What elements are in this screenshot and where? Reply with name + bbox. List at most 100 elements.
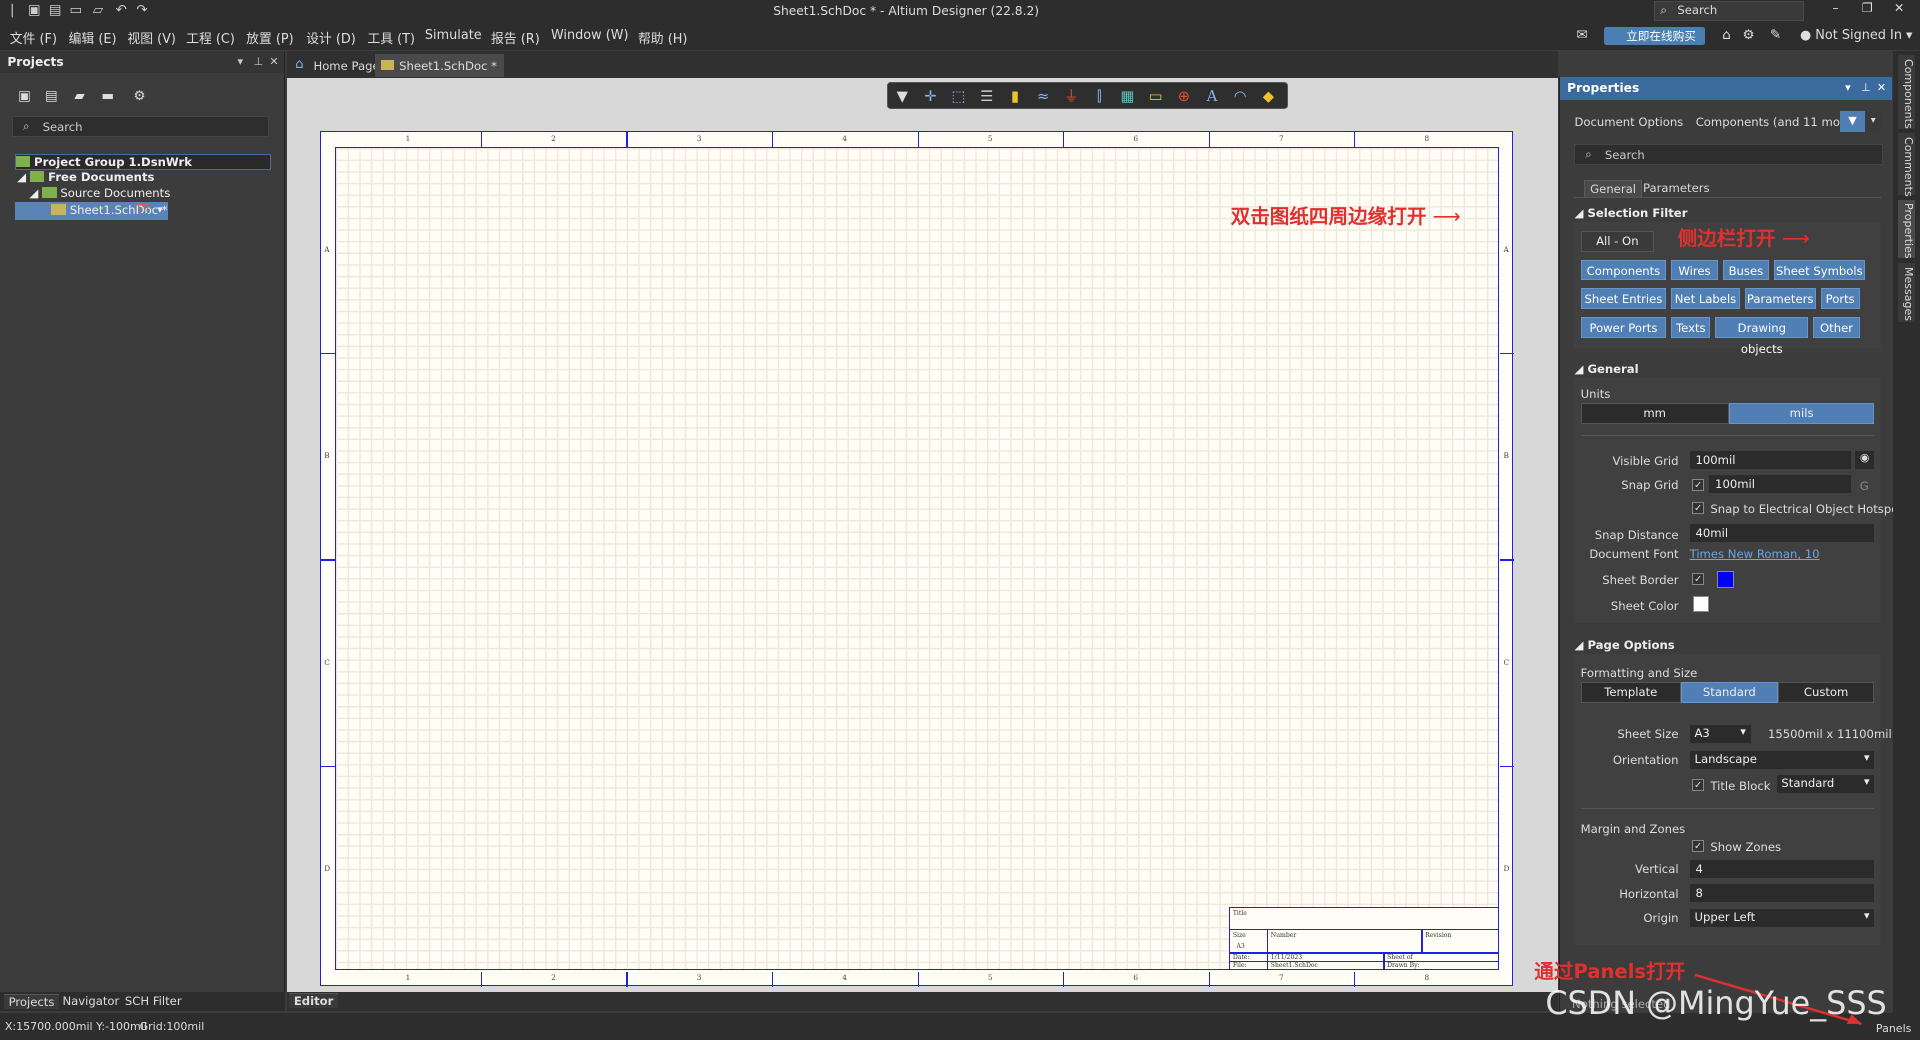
units-mils[interactable]: mils [1728,402,1875,424]
page-options-section[interactable]: ◢ Page Options [1574,638,1674,652]
menu-design[interactable]: 设计 (D) [306,28,356,47]
filter-texts[interactable]: Texts [1671,317,1711,338]
snap-grid-input[interactable]: 100mil [1709,475,1852,494]
sheet-symbol-icon[interactable]: ▦ [1118,87,1138,107]
filter-net-labels[interactable]: Net Labels [1671,288,1740,310]
visible-grid-input[interactable]: 100mil [1689,450,1852,469]
orientation-select[interactable]: Landscape [1689,750,1875,769]
mode-standard[interactable]: Standard [1681,682,1778,703]
pen-icon[interactable]: ✎ [1767,27,1784,44]
side-tab-components[interactable]: Components [1897,55,1916,129]
maximize-button[interactable]: ❐ [1851,1,1883,21]
chevron-down-icon[interactable]: ▾ [1865,111,1881,133]
copy-icon[interactable]: ▤ [43,88,60,105]
side-tab-comments[interactable]: Comments [1897,133,1916,197]
text-icon[interactable]: A [1202,87,1222,107]
tab-home-page[interactable]: ⌂ Home Page [289,54,387,77]
sheet-paper[interactable]: 1 1 2 2 3 3 4 4 5 5 6 6 7 7 8 8 A A B B C C D D Title Size A3 N… [319,131,1515,987]
tree-sheet1[interactable]: Sheet1.SchDoc * [14,201,168,221]
directive-icon[interactable]: ⊕ [1174,87,1194,107]
properties-search[interactable]: ⌕ Search [1574,144,1884,166]
tab-parameters[interactable]: Parameters [1638,180,1714,196]
panel-close-icon[interactable]: ✕ [269,55,278,68]
menu-window[interactable]: Window (W) [551,28,628,43]
arc-icon[interactable]: ◠ [1230,87,1250,107]
port-icon[interactable]: ▭ [1146,87,1166,107]
filter-buses[interactable]: Buses [1722,259,1770,281]
tab-projects[interactable]: Projects [3,994,60,1010]
user-account[interactable]: ● Not Signed In ▾ [1800,28,1913,43]
tree-free-documents[interactable]: ◢ Free Documents [15,170,271,186]
panels-button[interactable]: Panels [1876,1022,1911,1035]
title-block-select[interactable]: Standard [1776,775,1875,794]
project-settings-icon[interactable]: ⚙ [131,88,148,105]
menu-place[interactable]: 放置 (P) [246,28,294,47]
filter-icon[interactable]: ▼ [892,87,912,107]
select-icon[interactable]: ⬚ [949,87,969,107]
filter-components[interactable]: Components [1580,259,1667,281]
minimize-button[interactable]: – [1820,1,1852,21]
filter-ports[interactable]: Ports [1820,288,1860,310]
pin-icon[interactable]: ⊥ [1861,81,1871,94]
sheet-color-swatch[interactable] [1693,596,1710,613]
tab-editor[interactable]: Editor [288,993,339,1009]
align-icon[interactable]: ☰ [977,87,997,107]
units-mm[interactable]: mm [1580,402,1729,424]
global-search[interactable]: ⌕ Search [1654,1,1804,21]
filter-sheet-symbols[interactable]: Sheet Symbols [1774,259,1865,281]
document-font-link[interactable]: Times New Roman, 10 [1690,547,1820,561]
menu-view[interactable]: 视图 (V) [127,28,176,47]
snap-grid-checkbox[interactable]: ✓ [1692,478,1705,491]
tab-navigator[interactable]: Navigator [58,994,125,1008]
filter-power-ports[interactable]: Power Ports [1580,317,1667,338]
eye-icon[interactable]: ◉ [1854,450,1875,469]
filter-drawing-objects[interactable]: Drawing objects [1715,317,1809,356]
close-button[interactable]: ✕ [1883,1,1915,21]
pin-icon[interactable]: ⊥ [253,55,263,68]
tree-project-group[interactable]: Project Group 1.DsnWrk [14,154,271,171]
buy-online-button[interactable]: 立即在线购买 [1604,26,1705,46]
wire-icon[interactable]: ≈ [1033,87,1053,107]
move-icon[interactable]: ✛ [921,87,941,107]
all-on-button[interactable]: All - On [1580,231,1655,253]
bus-icon[interactable]: ⫿ [1090,87,1110,107]
part-icon[interactable]: ▮ [1005,87,1025,107]
filter-wires[interactable]: Wires [1671,259,1718,281]
menu-help[interactable]: 帮助 (H) [638,28,687,47]
menu-reports[interactable]: 报告 (R) [491,28,540,47]
filter-sheet-entries[interactable]: Sheet Entries [1580,288,1667,310]
side-tab-messages[interactable]: Messages [1897,263,1916,323]
projects-search[interactable]: ⌕ Search [12,116,270,138]
tab-sch-filter[interactable]: SCH Filter [120,994,187,1008]
panel-menu-icon[interactable]: ▾ [1845,81,1851,94]
panel-close-icon[interactable]: ✕ [1877,81,1886,94]
show-zones-checkbox[interactable]: ✓ [1692,840,1705,853]
gear-icon[interactable]: ⚙ [1740,27,1757,44]
menu-simulate[interactable]: Simulate [425,28,482,43]
filter-other[interactable]: Other [1813,317,1860,338]
vertical-input[interactable]: 4 [1689,859,1875,878]
horizontal-input[interactable]: 8 [1689,884,1875,903]
menu-edit[interactable]: 编辑 (E) [69,28,117,47]
side-tab-properties[interactable]: Properties [1897,199,1916,259]
tree-source-documents[interactable]: ◢ Source Documents [15,186,271,202]
snap-distance-input[interactable]: 40mil [1689,524,1875,543]
menu-project[interactable]: 工程 (C) [186,28,235,47]
selection-filter-section[interactable]: ◢ Selection Filter [1574,206,1687,220]
title-block-checkbox[interactable]: ✓ [1692,778,1705,791]
schematic-canvas[interactable]: ▼ ✛ ⬚ ☰ ▮ ≈ ⏚ ⫿ ▦ ▭ ⊕ A ◠ ◆ 1 1 2 2 3 3 4 4 5 5 6 6… [286,78,1558,992]
sheet-border-checkbox[interactable]: ✓ [1692,573,1705,586]
general-section[interactable]: ◢ General [1574,362,1638,376]
origin-select[interactable]: Upper Left [1689,908,1875,927]
menu-tools[interactable]: 工具 (T) [367,28,415,47]
filter-icon[interactable]: ▼ [1840,111,1865,133]
harness-icon[interactable]: ◆ [1259,87,1279,107]
mode-custom[interactable]: Custom [1777,682,1875,703]
sheet-border-color[interactable] [1716,570,1734,588]
compile-icon[interactable]: ▬ [99,88,116,105]
folder-icon[interactable]: ▰ [71,88,88,105]
sheet-size-select[interactable]: A3 [1689,724,1751,744]
tab-sheet1[interactable]: Sheet1.SchDoc * [374,53,505,78]
notification-icon[interactable]: ✉ [1573,27,1590,44]
menu-file[interactable]: 文件 (F) [10,28,57,47]
